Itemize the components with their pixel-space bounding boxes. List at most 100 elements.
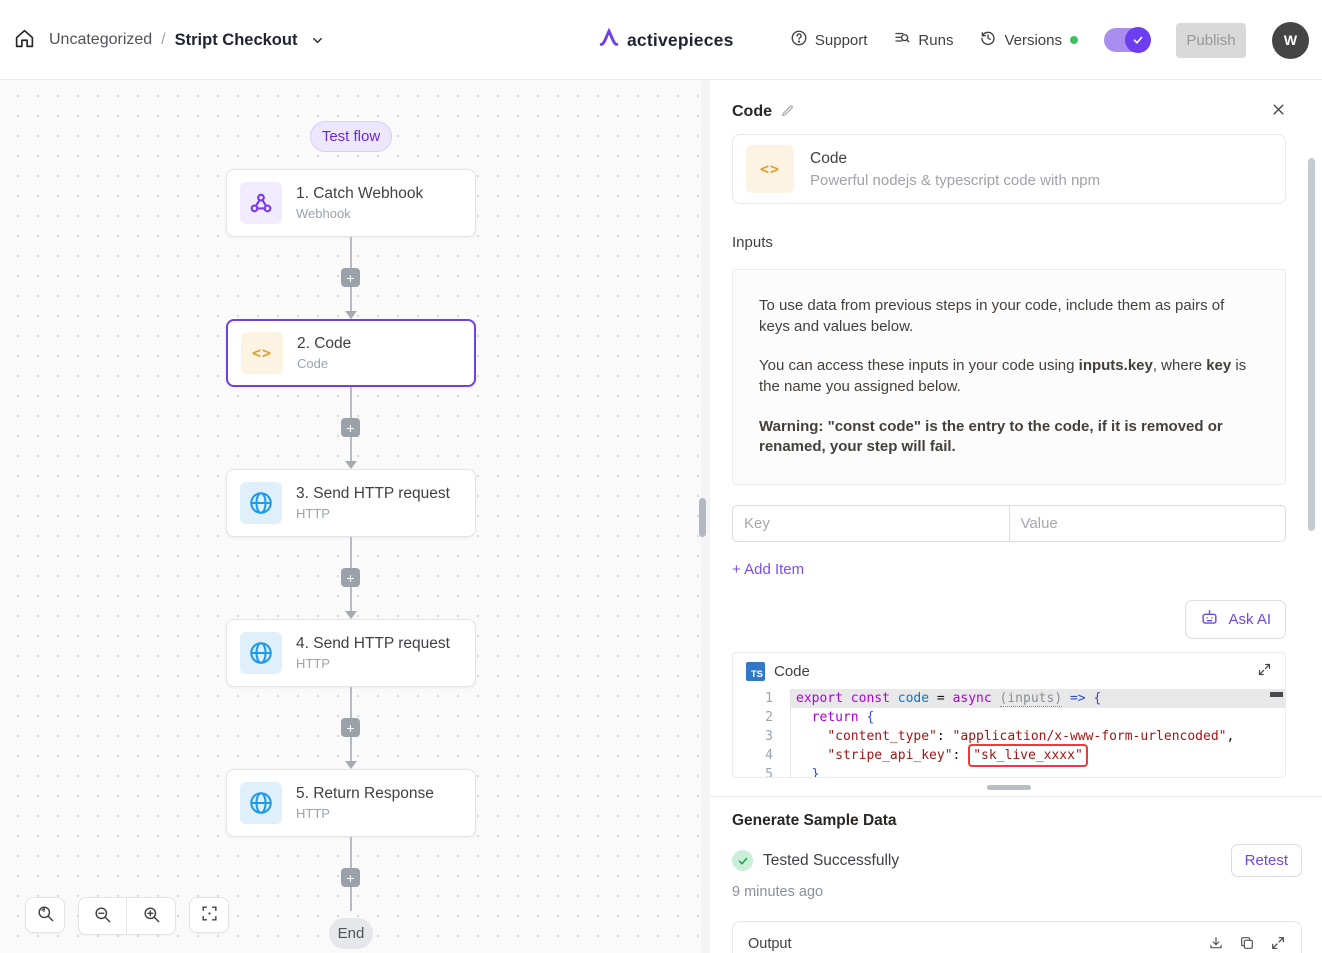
add-item-link[interactable]: + Add Item: [732, 561, 804, 578]
publish-button[interactable]: Publish: [1176, 23, 1246, 58]
step-subtitle: HTTP: [296, 506, 450, 521]
retest-button[interactable]: Retest: [1231, 844, 1302, 877]
zoom-group: [78, 897, 176, 935]
test-status: Tested Successfully: [763, 852, 899, 870]
step-title: 2. Code: [297, 335, 351, 353]
logo-text: activepieces: [627, 30, 734, 51]
connector-arrow-icon: [345, 461, 357, 469]
step-card-catch-webhook[interactable]: 1. Catch Webhook Webhook: [226, 169, 476, 237]
close-icon: [1271, 102, 1286, 121]
ask-ai-button[interactable]: Ask AI: [1185, 600, 1286, 639]
key-input[interactable]: [732, 505, 1009, 542]
canvas-toolbar: [25, 897, 229, 935]
close-panel-button[interactable]: [1271, 102, 1286, 122]
webhook-icon: [240, 182, 282, 224]
download-icon: [1208, 935, 1224, 953]
chevron-down-icon[interactable]: [310, 33, 325, 48]
value-input[interactable]: [1009, 505, 1287, 542]
code-editor-title: Code: [774, 663, 810, 680]
home-button[interactable]: [14, 28, 35, 52]
flow-canvas[interactable]: Test flow 1. Catch Webhook Webhook + <> …: [0, 80, 701, 953]
step-subtitle: Code: [297, 356, 351, 371]
panel-scrollbar-thumb[interactable]: [1308, 158, 1315, 531]
expand-code-button[interactable]: [1257, 662, 1272, 680]
support-button[interactable]: Support: [790, 29, 868, 51]
add-step-button[interactable]: +: [341, 418, 360, 437]
success-check-icon: [732, 850, 753, 871]
breadcrumb-category[interactable]: Uncategorized: [49, 31, 152, 49]
version-status-dot: [1070, 36, 1078, 44]
step-card-http-2[interactable]: 4. Send HTTP request HTTP: [226, 619, 476, 687]
support-label: Support: [815, 32, 868, 49]
add-step-button[interactable]: +: [341, 718, 360, 737]
test-timestamp: 9 minutes ago: [732, 884, 1302, 900]
add-step-button[interactable]: +: [341, 568, 360, 587]
panel-scroll-area: Code <> Code Powerful: [710, 80, 1322, 790]
code-line: 5 }: [733, 765, 1285, 777]
step-card-http-1[interactable]: 3. Send HTTP request HTTP: [226, 469, 476, 537]
expand-output-button[interactable]: [1270, 935, 1286, 953]
runs-button[interactable]: Runs: [893, 29, 953, 51]
code-line: 4 "stripe_api_key": "sk_live_xxxx": [733, 746, 1285, 765]
robot-icon: [1200, 608, 1219, 631]
ask-ai-label: Ask AI: [1228, 611, 1271, 628]
question-circle-icon: [790, 29, 808, 51]
download-output-button[interactable]: [1208, 935, 1224, 953]
home-icon: [14, 28, 35, 52]
versions-label: Versions: [1004, 32, 1062, 49]
connector-arrow-icon: [345, 311, 357, 319]
activepieces-logo: activepieces: [598, 0, 734, 80]
code-text-area[interactable]: 1 export const code = async (inputs) => …: [733, 689, 1285, 777]
zoom-reset-icon: [36, 904, 55, 926]
fit-view-icon: [200, 904, 219, 926]
inputs-heading: Inputs: [732, 234, 1286, 251]
code-scrollbar-thumb[interactable]: [1270, 692, 1283, 697]
piece-description: Powerful nodejs & typescript code with n…: [810, 172, 1100, 189]
panel-resize-handle[interactable]: [699, 498, 706, 537]
output-panel: Output: [732, 921, 1302, 953]
expand-icon: [1270, 935, 1286, 953]
globe-icon: [240, 482, 282, 524]
breadcrumb-separator: /: [161, 31, 165, 49]
test-flow-button[interactable]: Test flow: [310, 121, 392, 152]
code-editor: TS Code 1 export const code = async (inp…: [732, 652, 1286, 778]
add-step-button[interactable]: +: [341, 868, 360, 887]
step-title: 5. Return Response: [296, 785, 434, 803]
add-step-button[interactable]: +: [341, 268, 360, 287]
step-subtitle: HTTP: [296, 806, 434, 821]
copy-output-button[interactable]: [1239, 935, 1255, 953]
app-window: Uncategorized / Stript Checkout activepi…: [0, 0, 1322, 953]
help-paragraph: To use data from previous steps in your …: [759, 296, 1259, 337]
fit-view-button[interactable]: [189, 897, 229, 933]
zoom-in-button[interactable]: [127, 898, 175, 934]
step-subtitle: Webhook: [296, 206, 423, 221]
connector-arrow-icon: [345, 761, 357, 769]
list-search-icon: [893, 29, 911, 51]
code-glyph: <>: [760, 160, 780, 178]
code-glyph: <>: [252, 344, 272, 362]
step-title: 3. Send HTTP request: [296, 485, 450, 503]
top-header: Uncategorized / Stript Checkout activepi…: [0, 0, 1322, 80]
flow-name[interactable]: Stript Checkout: [175, 31, 298, 50]
step-card-return-response[interactable]: 5. Return Response HTTP: [226, 769, 476, 837]
section-resize-handle[interactable]: [987, 785, 1031, 790]
zoom-reset-button[interactable]: [25, 897, 65, 933]
step-card-code[interactable]: <> 2. Code Code: [226, 319, 476, 387]
output-title: Output: [748, 936, 792, 952]
panel-title: Code: [732, 103, 772, 121]
avatar[interactable]: W: [1272, 22, 1309, 59]
versions-button[interactable]: Versions: [979, 29, 1062, 51]
end-node: End: [329, 918, 373, 949]
edit-name-button[interactable]: [780, 103, 795, 121]
history-icon: [979, 29, 997, 51]
piece-info-card: <> Code Powerful nodejs & typescript cod…: [732, 134, 1286, 204]
connector-arrow-icon: [345, 611, 357, 619]
flow-enabled-toggle[interactable]: [1104, 28, 1150, 52]
zoom-out-button[interactable]: [79, 898, 127, 934]
code-line: 2 return {: [733, 708, 1285, 727]
typescript-badge: TS: [746, 662, 765, 681]
code-icon: <>: [746, 145, 794, 193]
help-paragraph: You can access these inputs in your code…: [759, 356, 1259, 397]
zoom-in-icon: [142, 905, 161, 927]
step-settings-panel: Code <> Code Powerful: [710, 80, 1322, 953]
